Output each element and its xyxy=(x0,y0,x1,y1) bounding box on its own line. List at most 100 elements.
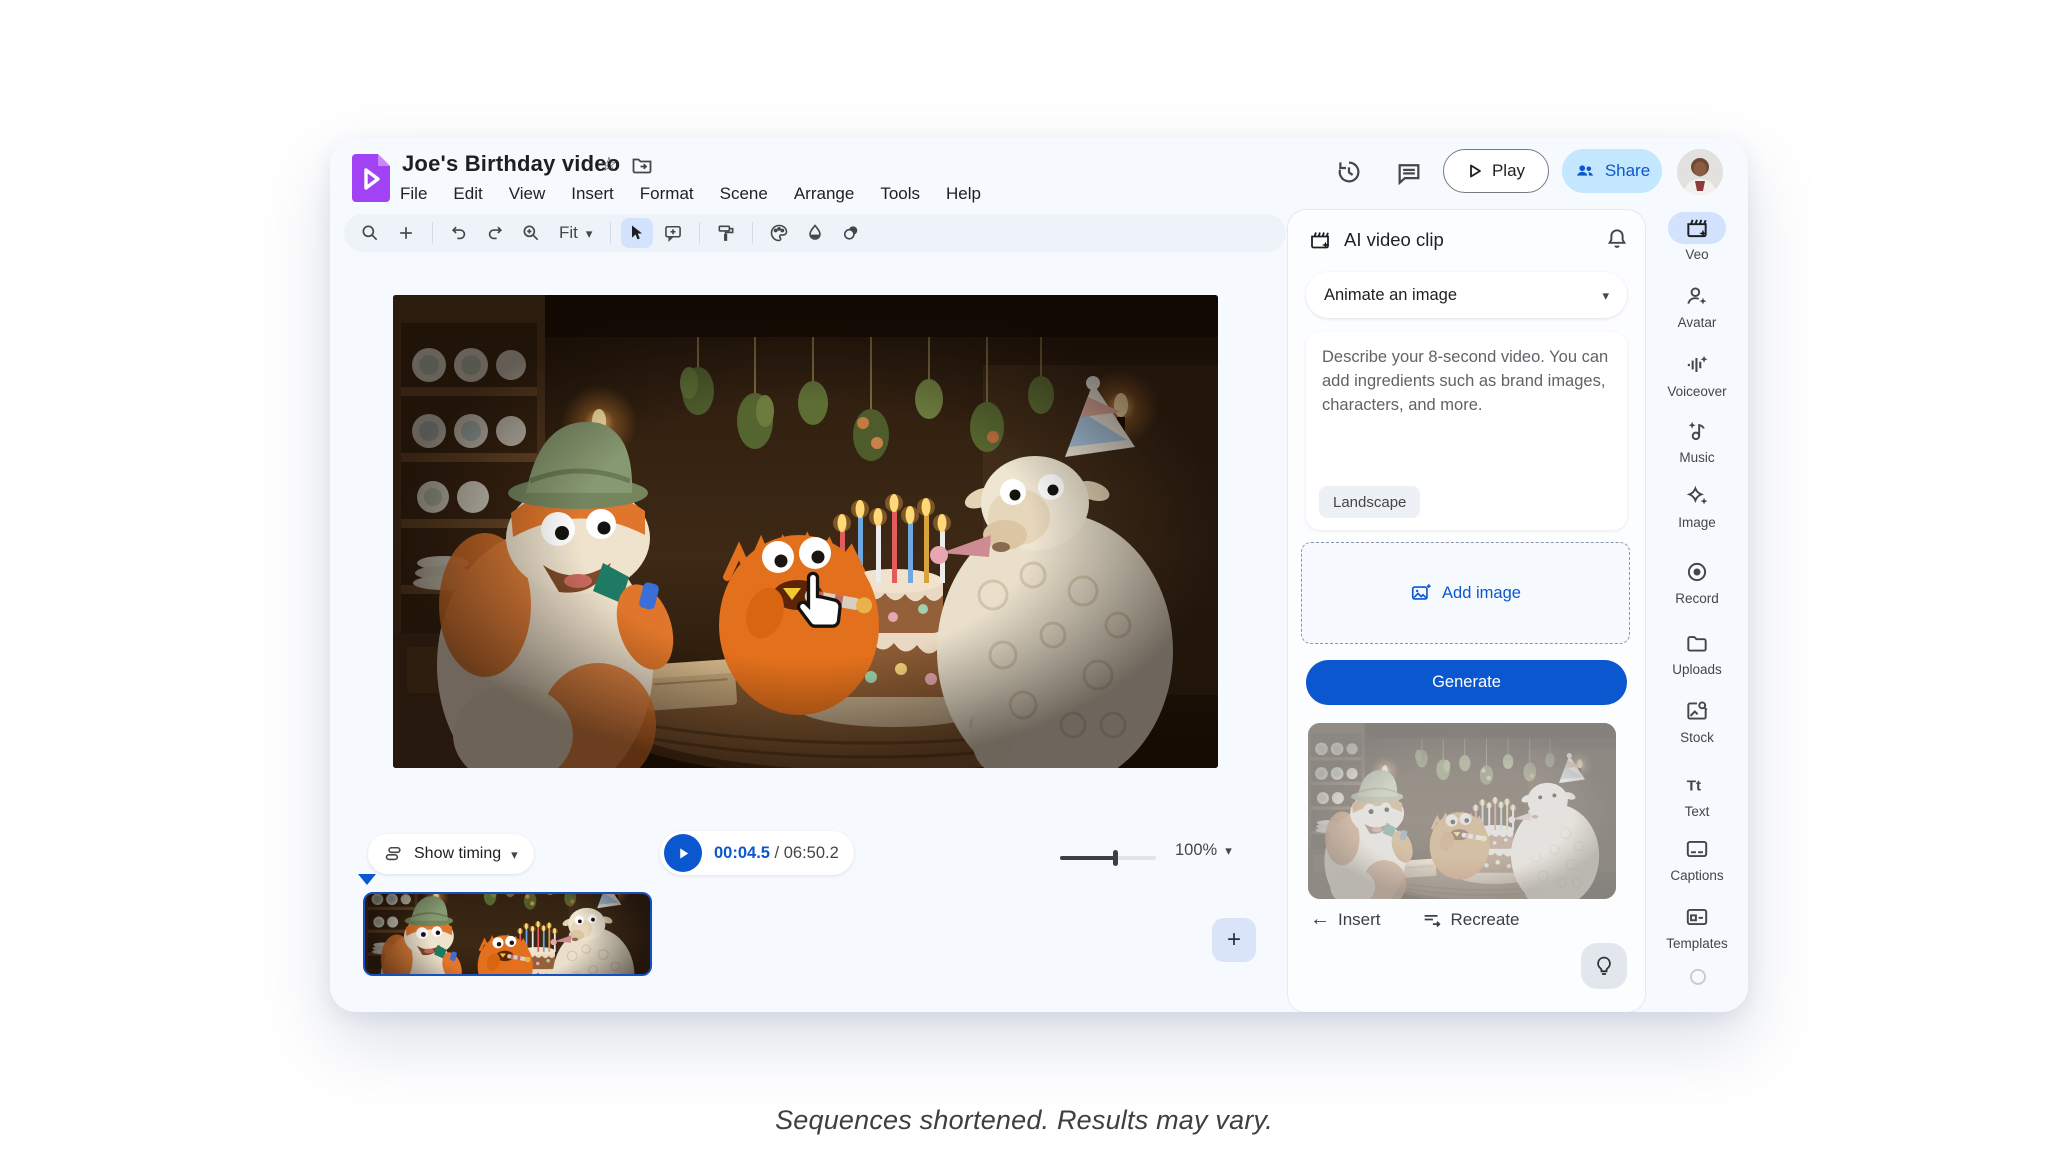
result-actions: ← Insert Recreate xyxy=(1310,908,1520,931)
add-image-icon xyxy=(1410,582,1432,604)
star-icon[interactable]: ☆ xyxy=(600,155,618,175)
notifications-bell-icon[interactable] xyxy=(1604,226,1630,252)
timeline-play-button[interactable] xyxy=(664,834,702,872)
show-timing-dropdown[interactable]: Show timing ▾ xyxy=(368,834,534,874)
sidebar-item-avatar[interactable]: Avatar xyxy=(1652,280,1742,330)
panel-title: AI video clip xyxy=(1344,229,1444,251)
play-button-label: Play xyxy=(1492,161,1525,181)
share-button-label: Share xyxy=(1605,161,1650,181)
menu-view[interactable]: View xyxy=(509,184,546,204)
sidebar-label: Record xyxy=(1675,591,1719,606)
account-avatar[interactable] xyxy=(1677,149,1723,195)
sidebar-label: Uploads xyxy=(1672,662,1722,677)
fit-zoom-select[interactable]: Fit ▾ xyxy=(551,223,600,243)
fit-label: Fit xyxy=(559,223,578,243)
document-title[interactable]: Joe's Birthday video xyxy=(402,151,620,177)
version-history-icon[interactable] xyxy=(1335,158,1363,186)
stock-media-icon xyxy=(1675,695,1719,727)
aspect-ratio-chip[interactable]: Landscape xyxy=(1319,486,1420,518)
ai-clip-icon xyxy=(1308,228,1332,252)
menu-insert[interactable]: Insert xyxy=(571,184,614,204)
transport-bar: 00:04.5 / 06:50.2 xyxy=(660,831,854,875)
sidebar-item-captions[interactable]: Captions xyxy=(1652,833,1742,883)
sidebar-label: Avatar xyxy=(1678,315,1717,330)
thumbnail-fade-overlay xyxy=(1308,723,1616,899)
voiceover-icon xyxy=(1675,349,1719,381)
menu-scene[interactable]: Scene xyxy=(720,184,768,204)
zoom-level-dropdown[interactable]: 100% ▾ xyxy=(1175,841,1232,860)
sidebar-item-image[interactable]: Image xyxy=(1652,480,1742,530)
disclaimer-caption: Sequences shortened. Results may vary. xyxy=(0,1105,2048,1136)
toolbar-divider xyxy=(752,222,753,244)
insert-label: Insert xyxy=(1338,910,1381,930)
menu-tools[interactable]: Tools xyxy=(880,184,920,204)
tips-lightbulb-button[interactable] xyxy=(1581,943,1627,989)
add-scene-button[interactable]: + xyxy=(1212,918,1256,962)
opacity-droplet-button[interactable] xyxy=(799,218,831,248)
toolbar-divider xyxy=(699,222,700,244)
play-button[interactable]: Play xyxy=(1443,149,1549,193)
prompt-input[interactable] xyxy=(1306,332,1627,462)
record-icon xyxy=(1675,556,1719,588)
chevron-down-icon: ▾ xyxy=(511,848,518,861)
playhead-marker[interactable] xyxy=(358,874,376,885)
vids-logo[interactable] xyxy=(352,154,390,202)
sidebar-item-uploads[interactable]: Uploads xyxy=(1652,627,1742,677)
generate-button[interactable]: Generate xyxy=(1306,660,1627,705)
add-comment-button[interactable] xyxy=(657,218,689,248)
captions-icon xyxy=(1675,833,1719,865)
timecode: 00:04.5 / 06:50.2 xyxy=(714,844,839,863)
menu-edit[interactable]: Edit xyxy=(453,184,482,204)
sidebar-item-templates[interactable]: Templates xyxy=(1652,901,1742,951)
recreate-icon xyxy=(1421,909,1443,931)
menu-file[interactable]: File xyxy=(400,184,427,204)
toolbar-divider xyxy=(432,222,433,244)
insert-add-button[interactable] xyxy=(390,218,422,248)
timeline-zoom-slider[interactable] xyxy=(1060,850,1156,866)
fill-color-button[interactable] xyxy=(763,218,795,248)
zoom-level-value: 100% xyxy=(1175,841,1217,860)
sidebar-item-voiceover[interactable]: Voiceover xyxy=(1652,349,1742,399)
sidebar-label: Captions xyxy=(1670,868,1723,883)
slider-handle[interactable] xyxy=(1113,850,1118,866)
screen: Joe's Birthday video ☆ File Edit View In… xyxy=(0,0,2048,1152)
sidebar-item-record[interactable]: Record xyxy=(1652,556,1742,606)
chevron-down-icon: ▾ xyxy=(586,227,593,240)
sidebar-more-icon xyxy=(1685,966,1711,997)
sidebar-label: Voiceover xyxy=(1667,384,1726,399)
zoom-in-button[interactable] xyxy=(515,218,547,248)
app-window: Joe's Birthday video ☆ File Edit View In… xyxy=(330,138,1748,1012)
share-button[interactable]: Share xyxy=(1562,149,1662,193)
menu-help[interactable]: Help xyxy=(946,184,981,204)
mode-select-dropdown[interactable]: Animate an image ▾ xyxy=(1306,272,1627,318)
menu-arrange[interactable]: Arrange xyxy=(794,184,854,204)
video-canvas[interactable] xyxy=(393,295,1218,768)
select-tool-button[interactable] xyxy=(621,218,653,248)
chevron-down-icon: ▾ xyxy=(1225,844,1232,857)
menu-format[interactable]: Format xyxy=(640,184,694,204)
sidebar-item-stock[interactable]: Stock xyxy=(1652,695,1742,745)
timeline-scene-thumbnail[interactable] xyxy=(363,892,652,976)
sidebar-label: Image xyxy=(1678,515,1716,530)
add-image-button[interactable]: Add image xyxy=(1301,542,1630,644)
add-image-label: Add image xyxy=(1442,584,1521,603)
move-folder-icon[interactable] xyxy=(630,153,654,181)
veo-icon xyxy=(1668,212,1726,244)
search-button[interactable] xyxy=(354,218,386,248)
mode-select-value: Animate an image xyxy=(1324,286,1457,305)
recreate-button[interactable]: Recreate xyxy=(1421,908,1520,931)
insert-button[interactable]: ← Insert xyxy=(1310,908,1381,931)
total-time: / 06:50.2 xyxy=(770,844,839,862)
shadow-button[interactable] xyxy=(835,218,867,248)
sidebar-item-veo[interactable]: Veo xyxy=(1652,212,1742,262)
comment-icon[interactable] xyxy=(1395,160,1423,188)
generated-clip-thumbnail[interactable] xyxy=(1308,723,1616,899)
text-icon: Tt xyxy=(1675,769,1719,801)
toolbar: Fit ▾ xyxy=(344,214,1286,252)
sidebar-item-text[interactable]: Tt Text xyxy=(1652,769,1742,819)
sidebar-item-music[interactable]: Music xyxy=(1652,415,1742,465)
undo-button[interactable] xyxy=(443,218,475,248)
paint-format-button[interactable] xyxy=(710,218,742,248)
panel-header: AI video clip xyxy=(1308,228,1444,252)
redo-button[interactable] xyxy=(479,218,511,248)
